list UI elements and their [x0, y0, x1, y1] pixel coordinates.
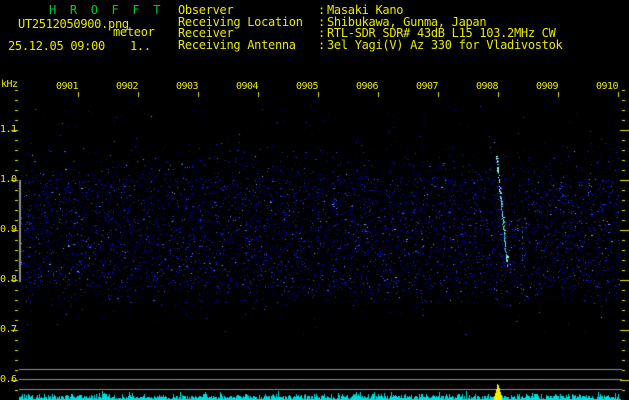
observation-datetime: 25.12.05 09:00	[8, 40, 105, 52]
time-tick-label: 0910	[596, 81, 618, 92]
time-tick-label: 0901	[56, 81, 78, 92]
time-tick-label: 0902	[116, 81, 138, 92]
freq-axis-unit-label: kHz	[1, 79, 18, 90]
freq-tick-label: 0.8	[0, 274, 15, 285]
info-label: Receiving Antenna	[178, 40, 318, 52]
time-tick-label: 0904	[236, 81, 258, 92]
time-tick-label: 0905	[296, 81, 318, 92]
time-tick-label: 0903	[176, 81, 198, 92]
time-tick-label: 0906	[356, 81, 378, 92]
time-tick-label: 0908	[476, 81, 498, 92]
info-value: 3el Yagi(V) Az 330 for Vladivostok	[327, 40, 562, 52]
spectrogram-plot	[0, 0, 629, 400]
time-tick-label: 0909	[536, 81, 558, 92]
app-title: H R O F F T	[49, 4, 164, 16]
observation-mode-label: meteor	[113, 26, 155, 38]
station-info-block: Observer:Masaki KanoReceiving Location:S…	[178, 5, 562, 51]
freq-tick-label: 0.7	[0, 324, 15, 335]
hrofft-screen: H R O F F T UT2512050900.png meteor 25.1…	[0, 0, 629, 400]
info-separator: :	[318, 40, 327, 52]
freq-tick-label: 0.6	[0, 374, 15, 385]
freq-tick-label: 1.0	[0, 174, 15, 185]
freq-tick-label: 0.9	[0, 224, 15, 235]
station-info-row: Receiving Antenna:3el Yagi(V) Az 330 for…	[178, 40, 562, 52]
echo-counter: 1..	[130, 40, 151, 52]
freq-tick-label: 1.1	[0, 124, 15, 135]
time-tick-label: 0907	[416, 81, 438, 92]
